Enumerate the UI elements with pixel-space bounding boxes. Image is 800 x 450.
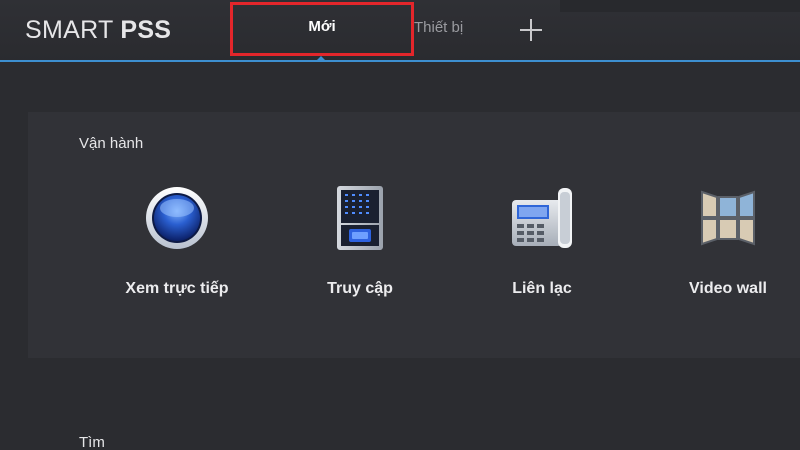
video-wall-tile[interactable]: Video wall [648,180,800,310]
live-view-icon [139,180,215,256]
top-bar: SMART PSS Mới Thiết bị [0,0,800,62]
brand-text-light: SMART [25,16,121,44]
intercom-label: Liên lạc [512,280,572,297]
top-bar-strip [560,0,800,12]
live-view-tile[interactable]: Xem trực tiếp [97,180,257,310]
tab-new-label: Mới [308,17,336,35]
tab-new[interactable]: Mới [230,2,414,56]
access-control-label: Truy cập [327,280,393,297]
live-view-label: Xem trực tiếp [125,280,229,297]
intercom-phone-icon [504,180,580,256]
section-title-operations: Vận hành [79,135,144,152]
tab-devices[interactable]: Thiết bị [414,19,463,36]
tab-underline [0,60,800,62]
plus-icon[interactable] [518,17,544,43]
brand-text-bold: PSS [120,16,172,44]
section-title-search: Tìm [79,434,105,450]
access-control-tile[interactable]: Truy cập [280,180,440,310]
video-wall-icon [690,180,766,256]
active-tab-pointer [316,56,326,61]
access-control-icon [322,180,398,256]
app-logo: SMART PSS [25,16,171,46]
video-wall-label: Video wall [689,280,767,297]
intercom-tile[interactable]: Liên lạc [462,180,622,310]
